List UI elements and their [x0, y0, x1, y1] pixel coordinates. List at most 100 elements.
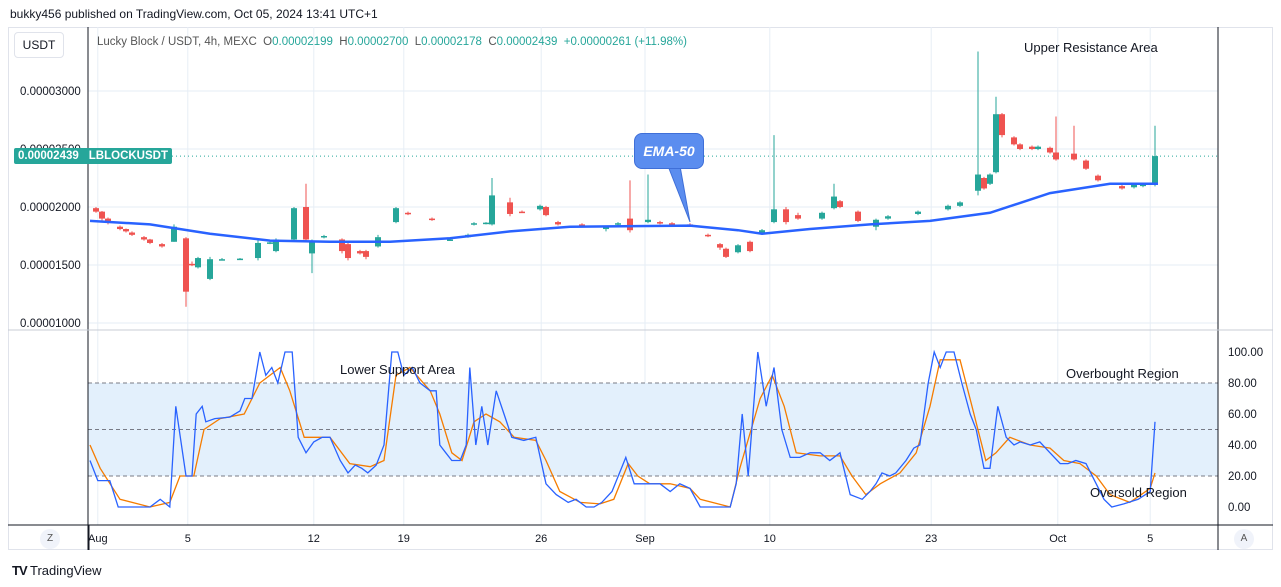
chart-canvas[interactable]: Aug5121926Sep1023Oct50.000030000.0000250… — [0, 0, 1281, 587]
candle-body — [885, 216, 891, 219]
candle-body — [519, 211, 525, 214]
high-label: H — [339, 36, 348, 48]
candle-body — [735, 245, 741, 253]
rsi-tick-label: 40.00 — [1228, 440, 1257, 452]
candle-body — [627, 218, 633, 231]
rsi-tick-label: 20.00 — [1228, 471, 1257, 483]
rsi-tick-label: 100.00 — [1228, 347, 1263, 359]
candle-body — [195, 258, 201, 268]
candle-body — [429, 218, 435, 221]
open-value: 0.00002199 — [272, 36, 333, 48]
candle-body — [957, 202, 963, 206]
candle-body — [405, 212, 411, 215]
rsi-tick-label: 60.00 — [1228, 409, 1257, 421]
ema-callout-pointer — [667, 165, 691, 223]
symbol-label: LBLOCKUSDT — [88, 150, 168, 162]
candle-body — [321, 236, 327, 238]
candle-body — [489, 195, 495, 225]
candle-body — [747, 241, 753, 252]
candle-body — [1152, 156, 1158, 184]
candle-body — [819, 212, 825, 219]
price-tick-label: 0.00001500 — [20, 260, 81, 272]
x-tick-label: 10 — [764, 533, 776, 545]
candle-body — [1053, 152, 1059, 160]
candle-body — [615, 223, 621, 225]
candle-body — [1131, 184, 1137, 188]
ohlc-legend: Lucky Block / USDT, 4h, MEXC O0.00002199… — [97, 36, 687, 48]
candle-body — [705, 234, 711, 237]
timezone-z-button[interactable]: Z — [40, 529, 60, 549]
candle-body — [393, 208, 399, 223]
tradingview-logo: TV TradingView — [12, 563, 102, 578]
candle-body — [645, 219, 651, 223]
candle-body — [831, 196, 837, 209]
price-tick-label: 0.00002000 — [20, 202, 81, 214]
x-tick-label: Aug — [88, 533, 108, 545]
candle-body — [945, 205, 951, 210]
candle-body — [99, 211, 105, 219]
candle-body — [783, 209, 789, 223]
x-tick-label: Oct — [1049, 533, 1066, 545]
candle-body — [303, 207, 309, 240]
candle-body — [363, 251, 369, 257]
candle-body — [993, 114, 999, 173]
candle-body — [717, 244, 723, 248]
candle-body — [255, 242, 261, 259]
candle-body — [1017, 144, 1023, 149]
candle-body — [471, 223, 477, 225]
x-tick-label: 5 — [185, 533, 191, 545]
price-tick-label: 0.00003000 — [20, 86, 81, 98]
open-label: O — [263, 36, 273, 48]
candle-body — [507, 202, 513, 214]
x-tick-label: 23 — [925, 533, 937, 545]
candle-body — [219, 259, 225, 261]
price-tick-label: 0.00001000 — [20, 318, 81, 330]
upper-resistance-label: Upper Resistance Area — [1024, 40, 1158, 55]
ema-callout: EMA-50 — [634, 133, 704, 169]
candle-body — [855, 211, 861, 221]
oversold-label: Oversold Region — [1090, 485, 1187, 500]
candle-body — [723, 248, 729, 257]
x-tick-label: 26 — [535, 533, 547, 545]
candle-body — [183, 238, 189, 292]
overbought-label: Overbought Region — [1066, 366, 1179, 381]
candle-body — [915, 211, 921, 214]
x-tick-label: Sep — [635, 533, 655, 545]
high-value: 0.00002700 — [347, 36, 409, 48]
candle-body — [1047, 147, 1053, 153]
x-tick-label: 5 — [1147, 533, 1153, 545]
change-value: +0.00000261 (+11.98%) — [563, 36, 687, 48]
candle-body — [1029, 146, 1035, 149]
candle-body — [1095, 175, 1101, 181]
rsi-tick-label: 80.00 — [1228, 378, 1257, 390]
candle-body — [999, 114, 1005, 136]
candle-body — [447, 239, 453, 241]
candle-body — [543, 207, 549, 216]
candle-body — [1119, 186, 1125, 189]
candle-body — [837, 201, 843, 207]
candle-body — [237, 258, 243, 261]
brand-name: TradingView — [30, 563, 102, 578]
symbol-title: Lucky Block / USDT, 4h, MEXC — [97, 36, 257, 48]
auto-scale-button[interactable]: A — [1234, 529, 1254, 549]
candle-body — [93, 208, 99, 212]
candle-body — [1071, 153, 1077, 160]
candle-body — [207, 259, 213, 279]
lower-support-label: Lower Support Area — [340, 362, 455, 377]
candle-body — [1011, 137, 1017, 145]
candle-body — [987, 174, 993, 184]
candle-body — [771, 209, 777, 223]
x-tick-label: 19 — [398, 533, 410, 545]
candle-body — [555, 222, 561, 225]
candle-body — [189, 263, 195, 266]
candle-body — [345, 244, 351, 259]
candle-body — [129, 232, 135, 235]
candle-body — [159, 244, 165, 247]
candle-body — [1035, 146, 1041, 149]
candle-body — [267, 242, 273, 244]
currency-button[interactable]: USDT — [14, 32, 64, 58]
ema50-line — [89, 182, 1158, 244]
close-value: 0.00002439 — [496, 36, 558, 48]
last-price-tag: 0.00002439 LBLOCKUSDT — [14, 148, 172, 164]
close-label: C — [488, 36, 497, 48]
